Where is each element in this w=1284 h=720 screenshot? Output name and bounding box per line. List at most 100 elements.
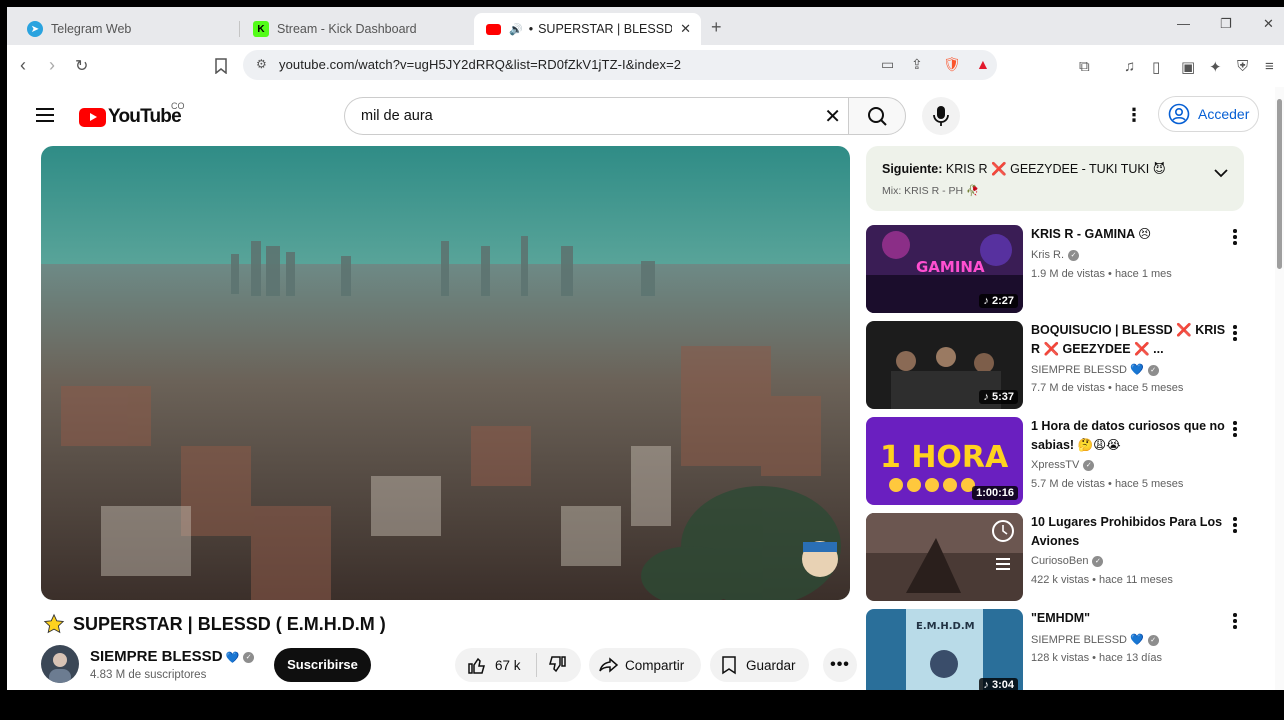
new-tab-button[interactable]: + [711,17,722,38]
recommendation-channel[interactable]: Kris R. ✓ [1031,249,1079,261]
up-next-card[interactable]: Siguiente: KRIS R ❌ GEEZYDEE - TUKI TUKI… [866,146,1244,211]
speaker-icon[interactable]: 🔊 [509,23,523,36]
brave-shields-icon[interactable]: 🛡 [943,56,961,73]
recommendation-item[interactable]: 1 HORA 1:00:16 1 Hora de datos curiosos … [866,417,1266,507]
verified-icon: ✓ [1092,555,1104,567]
cast-icon[interactable]: ▭ [881,56,894,73]
recommendation-item[interactable]: 10 Lugares Prohibidos Para Los Aviones C… [866,513,1266,603]
toolbar: ‹ › ↻ ⚙ youtube.com/watch?v=ugH5JY2dRRQ&… [7,45,1284,87]
tab-label: Telegram Web [51,22,132,36]
share-button[interactable]: Compartir [589,648,701,682]
recommendation-channel[interactable]: SIEMPRE BLESSD 💙 ✓ [1031,363,1159,376]
extensions-icon[interactable]: ⧉ [1079,58,1090,75]
media-icon[interactable]: ♫ [1124,58,1135,75]
share-icon[interactable]: ⇪ [911,56,923,73]
channel-name[interactable]: SIEMPRE BLESSD 💙 ✓ [90,648,255,665]
hamburger-menu-icon[interactable] [36,108,54,122]
forward-icon[interactable]: › [49,55,55,76]
video-thumbnail[interactable] [866,513,1023,601]
screen-bottom-bar [0,690,1284,720]
video-duration: ♪ 3:04 [979,678,1018,690]
recommendation-item[interactable]: ♪ 5:37 BOQUISUCIO | BLESSD ❌ KRIS R ❌ GE… [866,321,1266,411]
search-query: mil de aura [361,108,433,124]
video-thumbnail[interactable]: 1 HORA 1:00:16 [866,417,1023,505]
more-vertical-icon[interactable] [1233,421,1239,439]
brave-rewards-icon[interactable]: ▲ [976,56,990,72]
settings-more-icon[interactable]: ⋮ [1125,105,1143,126]
search-button[interactable] [848,97,906,135]
telegram-icon: ➤ [27,21,43,37]
youtube-header: YouTube CO mil de aura ✕ ⋮ Acceder [7,87,1275,145]
sidebar-icon[interactable]: ▯ [1152,58,1160,76]
country-code: CO [171,101,185,111]
verified-icon: ✓ [1147,634,1159,646]
video-duration: ♪ 5:37 [979,390,1018,404]
page-scrollbar[interactable] [1275,87,1284,690]
channel-avatar[interactable] [41,645,79,683]
dislike-button[interactable] [537,655,567,675]
recommendation-item[interactable]: E.M.H.D.M ♪ 3:04 "EMHDM" SIEMPRE BLESSD 💙… [866,609,1266,690]
minimize-button[interactable]: — [1177,16,1190,31]
close-window-button[interactable]: ✕ [1263,16,1274,32]
recommendation-channel[interactable]: CuriosoBen ✓ [1031,555,1104,567]
subscribe-button[interactable]: Suscribirse [274,648,371,682]
video-player[interactable] [41,146,850,600]
scrollbar-thumb[interactable] [1277,99,1282,269]
account-icon [1168,103,1190,125]
more-actions-button[interactable]: ••• [823,648,857,682]
more-vertical-icon[interactable] [1233,229,1239,247]
youtube-logo[interactable]: YouTube [79,106,182,128]
video-thumbnail[interactable]: E.M.H.D.M ♪ 3:04 [866,609,1023,690]
video-thumbnail[interactable]: ♪ 5:37 [866,321,1023,409]
url-text: youtube.com/watch?v=ugH5JY2dRRQ&list=RD0… [279,57,682,72]
reload-icon[interactable]: ↻ [75,56,88,76]
recommendation-meta: 1.9 M de vistas • hace 1 mes [1031,268,1172,280]
thumbs-up-icon [468,657,485,674]
verified-icon: ✓ [1068,249,1079,261]
save-button[interactable]: Guardar [710,648,809,682]
close-tab-icon[interactable]: ✕ [680,21,691,37]
youtube-play-icon [79,107,106,127]
browser-window: ➤ Telegram Web K Stream - Kick Dashboard… [7,7,1284,690]
vpn-icon[interactable]: ⛨ [1237,58,1248,75]
save-bookmark-icon [722,656,736,675]
leo-icon[interactable]: ✦ [1209,58,1222,76]
address-bar[interactable]: ⚙ youtube.com/watch?v=ugH5JY2dRRQ&list=R… [243,50,997,80]
recommendation-meta: 128 k vistas • hace 13 días [1031,652,1163,664]
channel-row: SIEMPRE BLESSD 💙 ✓ 4.83 M de suscriptores … [41,644,861,690]
kick-icon: K [253,21,269,37]
recommendation-item[interactable]: GAMINA ♪ 2:27 KRIS R - GAMINA 😣 Kris R. ✓… [866,225,1266,315]
bookmark-icon[interactable] [215,58,227,77]
star-emoji-icon [43,613,65,634]
search-input[interactable]: mil de aura ✕ [344,97,849,135]
recommendation-title: KRIS R - GAMINA 😣 [1031,227,1152,241]
recommendation-channel[interactable]: XpressTV ✓ [1031,459,1095,471]
back-icon[interactable]: ‹ [20,55,26,76]
tab-kick[interactable]: K Stream - Kick Dashboard [241,13,473,45]
chevron-down-icon[interactable] [1214,168,1228,178]
verified-icon: ✓ [243,651,255,663]
more-vertical-icon[interactable] [1233,517,1239,535]
recommendation-channel[interactable]: SIEMPRE BLESSD 💙 ✓ [1031,633,1159,646]
clear-search-icon[interactable]: ✕ [824,104,841,129]
more-vertical-icon[interactable] [1233,613,1239,631]
more-vertical-icon[interactable] [1233,325,1239,343]
verified-icon: ✓ [1147,364,1159,376]
tab-strip: ➤ Telegram Web K Stream - Kick Dashboard… [7,7,1284,45]
wallet-icon[interactable]: ▣ [1181,58,1195,76]
like-dislike-group: 67 k [455,648,581,682]
site-settings-icon[interactable]: ⚙ [256,57,267,71]
tab-youtube-active[interactable]: 🔊 • SUPERSTAR | BLESSD ( E.M ✕ [474,13,701,45]
video-frame-cityscape [41,146,850,600]
blue-heart-icon: 💙 [225,652,240,664]
recommendation-meta: 7.7 M de vistas • hace 5 meses [1031,382,1184,394]
voice-search-button[interactable] [922,97,960,135]
tab-telegram[interactable]: ➤ Telegram Web [15,13,240,45]
like-button[interactable]: 67 k [455,655,536,675]
video-thumbnail[interactable]: GAMINA ♪ 2:27 [866,225,1023,313]
video-title: SUPERSTAR | BLESSD ( E.M.H.D.M ) [43,613,386,635]
recommendation-title: "EMHDM" [1031,611,1091,625]
restore-button[interactable]: ❐ [1220,16,1232,32]
sign-in-button[interactable]: Acceder [1158,96,1259,132]
menu-icon[interactable]: ≡ [1265,58,1274,75]
